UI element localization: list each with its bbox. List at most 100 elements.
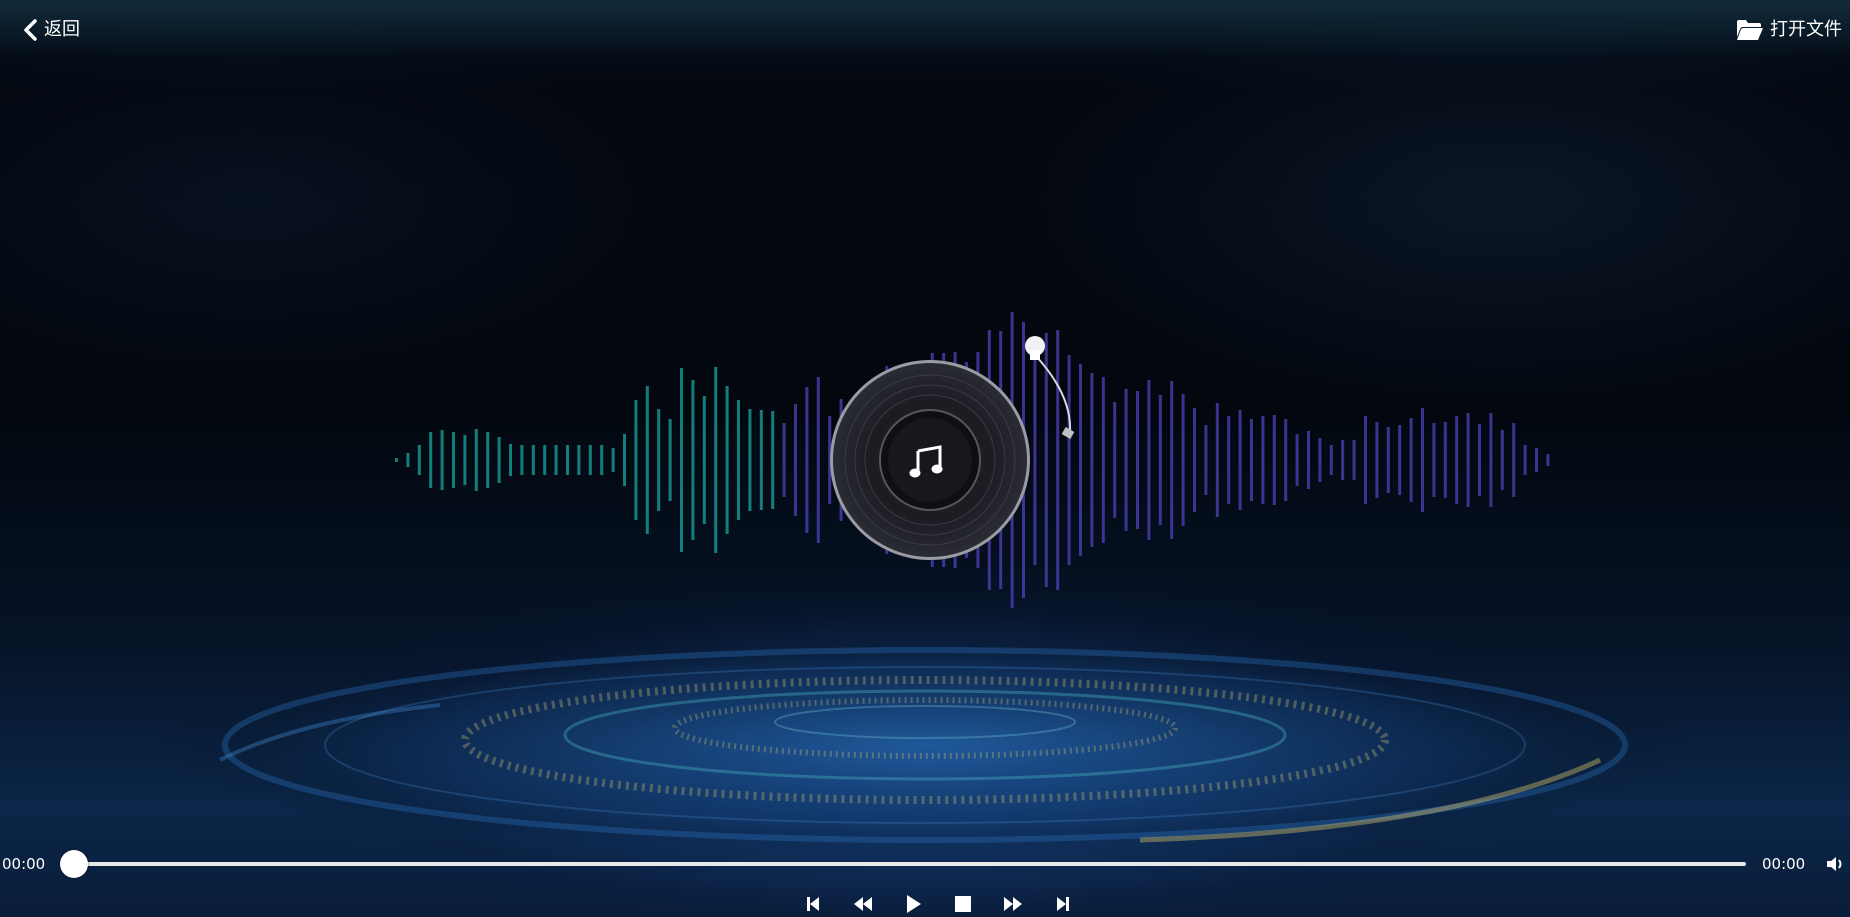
platform-rings [145, 635, 1705, 855]
spectrum-bar [1284, 419, 1288, 501]
spectrum-bar [588, 445, 592, 475]
spectrum-bar [1136, 391, 1139, 529]
rewind-icon [852, 895, 874, 913]
spectrum-bar [782, 423, 786, 497]
music-player-screen: 返回 打开文件 00:00 00:00 [0, 0, 1850, 917]
spectrum-bar [1478, 424, 1481, 496]
spectrum-bar [440, 430, 444, 490]
spectrum-bar [1158, 395, 1162, 525]
skip-forward-button[interactable] [1038, 892, 1088, 916]
spectrum-bar [714, 367, 718, 553]
spectrum-bar [771, 411, 775, 509]
open-file-button[interactable]: 打开文件 [1736, 18, 1842, 42]
spectrum-bar [1535, 448, 1538, 472]
spectrum-bar [1295, 434, 1299, 486]
vinyl-disc [830, 360, 1030, 560]
spectrum-bar [1341, 440, 1345, 480]
skip-back-button[interactable] [788, 892, 838, 916]
folder-open-icon [1736, 19, 1764, 41]
spectrum-bar [577, 445, 581, 475]
fast-forward-button[interactable] [988, 892, 1038, 916]
current-time: 00:00 [2, 855, 46, 873]
back-button[interactable]: 返回 [22, 18, 80, 42]
spectrum-bar [1227, 416, 1231, 504]
spectrum-bar [634, 400, 638, 520]
spectrum-bar [1215, 403, 1219, 517]
spectrum-bar [1113, 402, 1117, 518]
spectrum-bar [680, 368, 683, 552]
spectrum-bar [1318, 438, 1322, 482]
spectrum-bar [645, 386, 649, 534]
skip-back-icon [805, 895, 821, 913]
spectrum-bar [486, 432, 490, 488]
spectrum-bar [1329, 445, 1333, 475]
spectrum-bar [1432, 423, 1436, 497]
spectrum-bar [794, 404, 797, 516]
progress-slider[interactable] [60, 850, 1746, 878]
spectrum-bar [1307, 431, 1310, 489]
spectrum-bar [1386, 427, 1390, 493]
spectrum-bar [452, 432, 455, 488]
stop-button[interactable] [938, 892, 988, 916]
spectrum-bar [611, 448, 615, 472]
spectrum-bar [816, 377, 820, 543]
spectrum-bar [748, 409, 752, 511]
top-bar: 返回 打开文件 [0, 0, 1850, 58]
spectrum-bar [1170, 381, 1174, 539]
spectrum-bar [725, 386, 729, 534]
spectrum-bar [1375, 422, 1379, 498]
chevron-left-icon [22, 18, 38, 42]
spectrum-bar [1193, 408, 1196, 512]
spectrum-bar [1250, 419, 1253, 501]
spectrum-bar [1398, 425, 1402, 495]
play-icon [904, 894, 922, 914]
spectrum-bar [1409, 418, 1413, 502]
stop-icon [954, 895, 972, 913]
spectrum-bar [805, 387, 809, 533]
total-time: 00:00 [1762, 855, 1806, 873]
skip-forward-icon [1055, 895, 1071, 913]
spectrum-bar [1489, 413, 1493, 507]
spectrum-bar [1364, 416, 1367, 504]
spectrum-bar [429, 432, 433, 488]
spectrum-bar [1523, 445, 1527, 475]
rewind-button[interactable] [838, 892, 888, 916]
spectrum-bar [566, 445, 569, 475]
spectrum-bar [1033, 355, 1037, 565]
spectrum-bar [691, 380, 695, 540]
spectrum-bar [668, 419, 672, 501]
spectrum-bar [1443, 422, 1447, 498]
spectrum-bar [1512, 423, 1516, 497]
spectrum-bar [406, 453, 410, 467]
play-button[interactable] [888, 892, 938, 916]
spectrum-bar [1181, 394, 1185, 526]
spectrum-bar [702, 396, 706, 524]
spectrum-bar [531, 445, 535, 475]
spectrum-bar [509, 444, 512, 476]
tonearm [1025, 336, 1075, 439]
progress-thumb[interactable] [60, 850, 88, 878]
spectrum-bar [1455, 416, 1459, 504]
spectrum-bar [1238, 410, 1242, 510]
spectrum-bar [1272, 415, 1276, 505]
playback-controls [788, 892, 1088, 916]
spectrum-bar [474, 429, 478, 491]
spectrum-bar [1500, 430, 1504, 490]
spectrum-bar [554, 445, 558, 475]
spectrum-bar [1101, 377, 1105, 543]
volume-icon[interactable] [1826, 855, 1846, 873]
spectrum-bar [1090, 373, 1094, 547]
spectrum-bar [759, 410, 763, 510]
spectrum-bar [463, 435, 467, 485]
spectrum-bar [737, 400, 740, 520]
spectrum-bar [623, 434, 626, 486]
spectrum-bar [1079, 364, 1082, 556]
spectrum-bar [1056, 330, 1060, 590]
spectrum-bar [497, 437, 501, 483]
spectrum-bar [1546, 454, 1550, 466]
spectrum-bar [1124, 389, 1128, 531]
player-visual-layer [145, 312, 1705, 855]
spectrum-bar [1466, 413, 1470, 507]
spectrum-bar [417, 445, 421, 475]
back-label: 返回 [44, 19, 80, 40]
